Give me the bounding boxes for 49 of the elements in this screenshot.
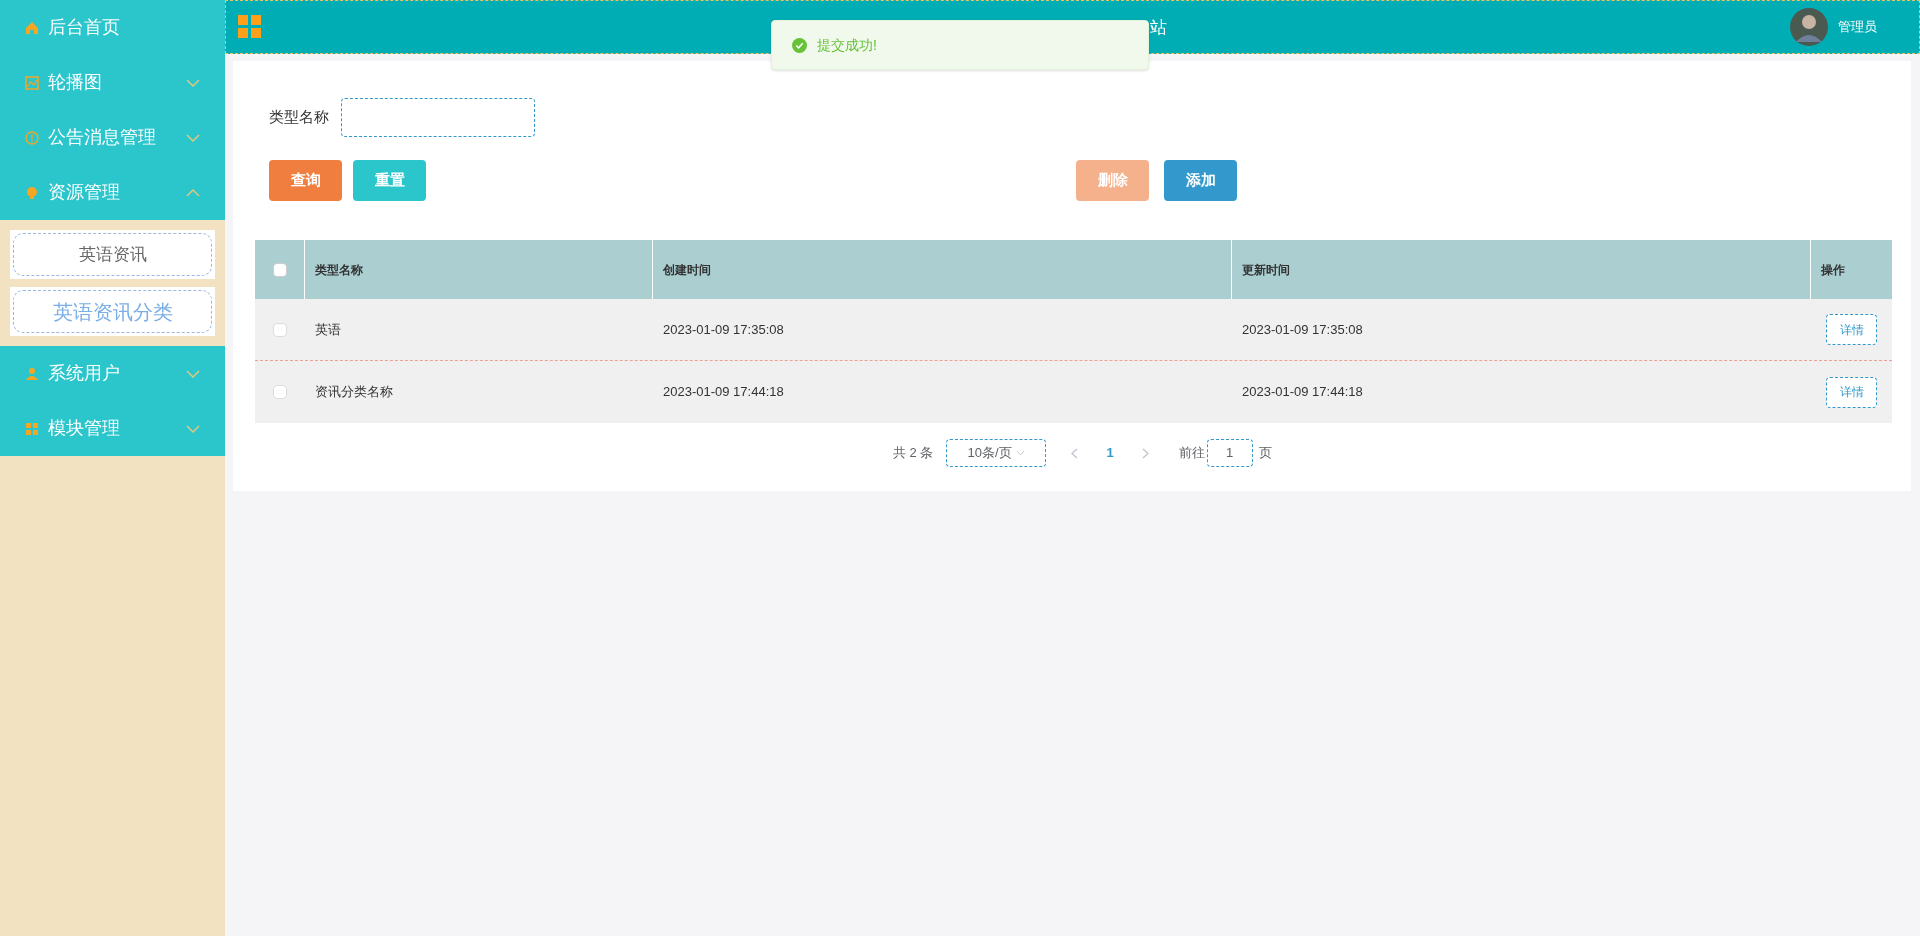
column-header: 更新时间: [1242, 261, 1290, 279]
total-count: 共 2 条: [893, 444, 934, 463]
user-name: 管理员: [1838, 18, 1877, 37]
input-field[interactable]: [341, 98, 535, 137]
goto-suffix: 页: [1258, 444, 1272, 463]
reset-button[interactable]: 重置: [353, 160, 426, 201]
query-button[interactable]: 查询: [269, 160, 342, 201]
table-cell-text: 2023-01-09 17:44:18: [663, 383, 784, 402]
avatar: [1790, 8, 1828, 46]
menu-item[interactable]: 系统用户: [0, 346, 225, 401]
table-cell-text: 资讯分类名称: [315, 383, 393, 402]
grid-icon: [25, 421, 39, 436]
table-cell-text: 2023-01-09 17:35:08: [1242, 320, 1363, 339]
user-icon: [25, 366, 39, 381]
menu-item[interactable]: 公告消息管理: [0, 110, 225, 165]
column-header: 创建时间: [663, 261, 711, 279]
checkbox[interactable]: [273, 322, 287, 337]
field-label: 类型名称: [269, 107, 329, 128]
goto-label: 前往: [1178, 444, 1205, 463]
chevron-down-icon: [1016, 450, 1026, 456]
toast-message: 提交成功!: [817, 35, 877, 55]
details-button[interactable]: 详情: [1826, 314, 1877, 345]
page-number[interactable]: 1: [1106, 443, 1114, 463]
bulb-icon: [25, 185, 39, 200]
menu-item[interactable]: 模块管理: [0, 401, 225, 456]
page-input[interactable]: 1: [1206, 439, 1253, 467]
page-size-select[interactable]: 10条/页: [946, 439, 1047, 467]
info-icon: [25, 130, 39, 145]
table-cell-text: 2023-01-09 17:44:18: [1242, 383, 1363, 402]
submenu-item[interactable]: 英语资讯: [13, 233, 212, 276]
menu-item[interactable]: 后台首页: [0, 0, 225, 55]
previous-page-icon[interactable]: [1071, 447, 1079, 459]
site-title: 站: [1150, 17, 1167, 39]
grid-menu-icon[interactable]: [238, 15, 262, 39]
home-icon: [25, 20, 39, 35]
table-cell-text: 英语: [315, 320, 341, 339]
next-page-icon[interactable]: [1141, 447, 1149, 459]
image-icon: [25, 75, 39, 90]
submenu-item[interactable]: 英语资讯分类: [13, 290, 212, 333]
checkbox[interactable]: [273, 385, 287, 399]
table-cell-text: 2023-01-09 17:35:08: [663, 320, 784, 339]
menu-item[interactable]: 轮播图: [0, 55, 225, 110]
column-header: 类型名称: [315, 261, 363, 279]
success-icon: [792, 37, 807, 53]
details-button[interactable]: 详情: [1826, 376, 1877, 408]
add-button[interactable]: 添加: [1164, 160, 1237, 201]
menu-item[interactable]: 资源管理: [0, 165, 225, 220]
checkbox[interactable]: [272, 262, 287, 277]
column-header: 操作: [1821, 261, 1845, 279]
